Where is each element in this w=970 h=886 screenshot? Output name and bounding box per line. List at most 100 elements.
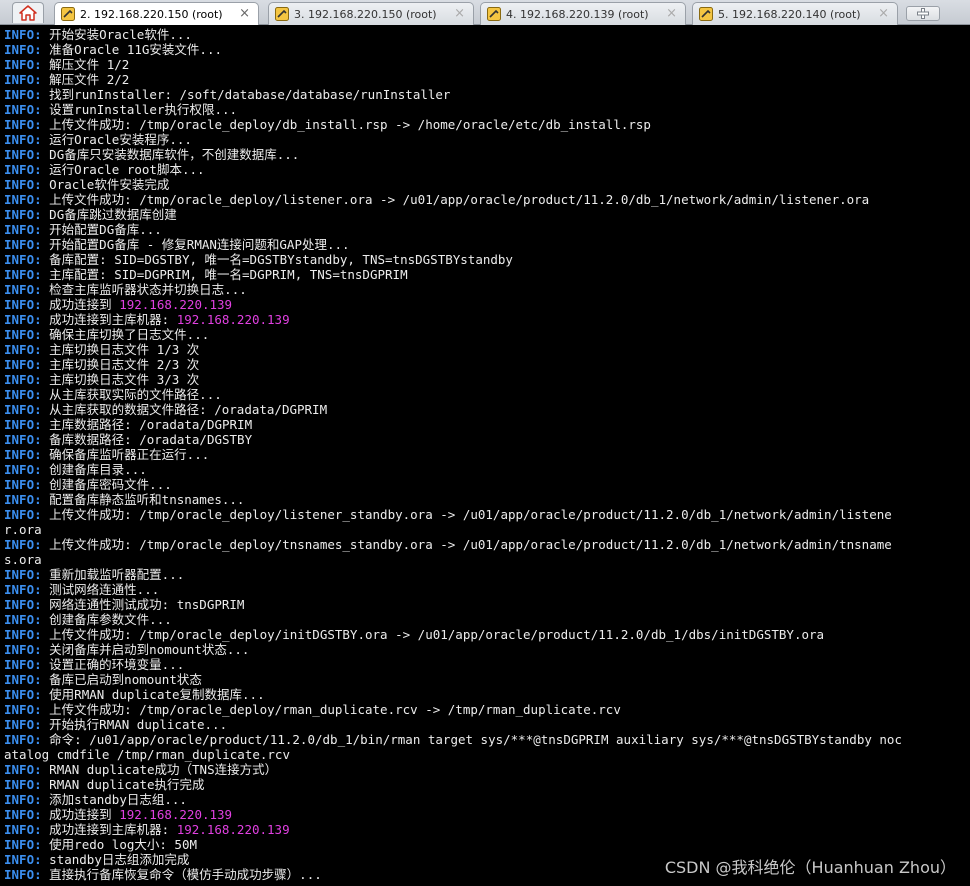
log-level-prefix: INFO:	[4, 267, 42, 282]
log-level-prefix: INFO:	[4, 327, 42, 342]
log-level-prefix: INFO:	[4, 342, 42, 357]
log-level-prefix: INFO:	[4, 132, 42, 147]
log-level-prefix: INFO:	[4, 687, 42, 702]
log-message: RMAN duplicate成功（TNS连接方式）	[41, 762, 278, 777]
log-message: DG备库跳过数据库创建	[41, 207, 177, 222]
log-level-prefix: INFO:	[4, 447, 42, 462]
terminal-line: INFO: 设置runInstaller执行权限...	[4, 102, 970, 117]
log-message: 主库切换日志文件 2/3 次	[41, 357, 200, 372]
log-message: standby日志组添加完成	[41, 852, 190, 867]
tab-session-3[interactable]: 3. 192.168.220.150 (root) ×	[268, 2, 474, 25]
terminal-line: INFO: 成功连接到主库机器: 192.168.220.139	[4, 822, 970, 837]
terminal-output[interactable]: INFO: 开始安装Oracle软件... INFO: 准备Oracle 11G安…	[4, 27, 970, 886]
log-message: 成功连接到主库机器:	[41, 822, 177, 837]
log-message: 上传文件成功: /tmp/oracle_deploy/listener.ora …	[41, 192, 870, 207]
terminal-line: INFO: 备库配置: SID=DGSTBY, 唯一名=DGSTBYstandb…	[4, 252, 970, 267]
ip-address: 192.168.220.139	[119, 297, 233, 312]
log-message: 开始安装Oracle软件...	[41, 27, 192, 42]
new-tab-button[interactable]	[906, 6, 940, 21]
tab-bar: 2. 192.168.220.150 (root) × 3. 192.168.2…	[0, 0, 970, 25]
terminal-line: s.ora	[4, 552, 970, 567]
log-message: 主库配置: SID=DGPRIM, 唯一名=DGPRIM, TNS=tnsDGP…	[41, 267, 408, 282]
terminal-line: INFO: 测试网络连通性...	[4, 582, 970, 597]
terminal-session-icon	[487, 7, 501, 21]
tab-session-5[interactable]: 5. 192.168.220.140 (root) ×	[692, 2, 898, 25]
log-message: 创建备库目录...	[41, 462, 147, 477]
log-level-prefix: INFO:	[4, 597, 42, 612]
log-message: 成功连接到	[41, 807, 120, 822]
terminal-line: INFO: 创建备库参数文件...	[4, 612, 970, 627]
log-message: 从主库获取的数据文件路径: /oradata/DGPRIM	[41, 402, 328, 417]
terminal-line: INFO: DG备库跳过数据库创建	[4, 207, 970, 222]
terminal-line: INFO: 解压文件 1/2	[4, 57, 970, 72]
log-level-prefix: INFO:	[4, 822, 42, 837]
terminal-line: INFO: 重新加载监听器配置...	[4, 567, 970, 582]
log-level-prefix: INFO:	[4, 792, 42, 807]
log-level-prefix: INFO:	[4, 117, 42, 132]
log-level-prefix: INFO:	[4, 432, 42, 447]
log-message: 网络连通性测试成功: tnsDGPRIM	[41, 597, 245, 612]
log-level-prefix: INFO:	[4, 567, 42, 582]
terminal-line: INFO: 成功连接到主库机器: 192.168.220.139	[4, 312, 970, 327]
terminal-line: INFO: 上传文件成功: /tmp/oracle_deploy/listene…	[4, 192, 970, 207]
terminal-line: INFO: 解压文件 2/2	[4, 72, 970, 87]
line-continuation: s.ora	[4, 552, 42, 567]
log-level-prefix: INFO:	[4, 72, 42, 87]
log-level-prefix: INFO:	[4, 462, 42, 477]
terminal-line: INFO: 主库配置: SID=DGPRIM, 唯一名=DGPRIM, TNS=…	[4, 267, 970, 282]
log-level-prefix: INFO:	[4, 582, 42, 597]
terminal-line: INFO: 上传文件成功: /tmp/oracle_deploy/tnsname…	[4, 537, 970, 552]
log-level-prefix: INFO:	[4, 372, 42, 387]
log-message: 设置runInstaller执行权限...	[41, 102, 238, 117]
terminal-line: INFO: 成功连接到 192.168.220.139	[4, 807, 970, 822]
log-message: 开始配置DG备库...	[41, 222, 162, 237]
log-level-prefix: INFO:	[4, 87, 42, 102]
log-message: 运行Oracle root脚本...	[41, 162, 205, 177]
tab-label: 5. 192.168.220.140 (root)	[718, 7, 861, 21]
terminal-line: INFO: 关闭备库并启动到nomount状态...	[4, 642, 970, 657]
terminal-line: INFO: 开始安装Oracle软件...	[4, 27, 970, 42]
log-message: 关闭备库并启动到nomount状态...	[41, 642, 250, 657]
log-level-prefix: INFO:	[4, 312, 42, 327]
log-level-prefix: INFO:	[4, 207, 42, 222]
tab-session-4[interactable]: 4. 192.168.220.139 (root) ×	[480, 2, 686, 25]
log-message: 重新加载监听器配置...	[41, 567, 185, 582]
log-message: 开始执行RMAN duplicate...	[41, 717, 228, 732]
line-continuation: atalog cmdfile /tmp/rman_duplicate.rcv	[4, 747, 290, 762]
terminal-line: INFO: 确保备库监听器正在运行...	[4, 447, 970, 462]
terminal-session-icon	[275, 7, 289, 21]
terminal-line: INFO: 从主库获取的数据文件路径: /oradata/DGPRIM	[4, 402, 970, 417]
log-level-prefix: INFO:	[4, 492, 42, 507]
tab-session-2[interactable]: 2. 192.168.220.150 (root) ×	[54, 2, 259, 25]
home-button[interactable]	[12, 2, 44, 23]
terminal-line: INFO: 找到runInstaller: /soft/database/dat…	[4, 87, 970, 102]
log-level-prefix: INFO:	[4, 657, 42, 672]
log-message: 上传文件成功: /tmp/oracle_deploy/listener_stan…	[41, 507, 892, 522]
terminal-line: INFO: 运行Oracle root脚本...	[4, 162, 970, 177]
close-tab-icon[interactable]: ×	[666, 6, 677, 21]
log-level-prefix: INFO:	[4, 177, 42, 192]
terminal-line: INFO: 运行Oracle安装程序...	[4, 132, 970, 147]
log-message: 测试网络连通性...	[41, 582, 160, 597]
close-tab-icon[interactable]: ×	[239, 6, 250, 21]
log-level-prefix: INFO:	[4, 477, 42, 492]
terminal-line: INFO: 成功连接到 192.168.220.139	[4, 297, 970, 312]
log-message: 上传文件成功: /tmp/oracle_deploy/initDGSTBY.or…	[41, 627, 825, 642]
terminal-line: atalog cmdfile /tmp/rman_duplicate.rcv	[4, 747, 970, 762]
log-level-prefix: INFO:	[4, 102, 42, 117]
log-message: 找到runInstaller: /soft/database/database/…	[41, 87, 451, 102]
terminal-line: INFO: 备库已启动到nomount状态	[4, 672, 970, 687]
terminal-line: INFO: 上传文件成功: /tmp/oracle_deploy/listene…	[4, 507, 970, 522]
log-level-prefix: INFO:	[4, 837, 42, 852]
log-level-prefix: INFO:	[4, 867, 42, 882]
log-level-prefix: INFO:	[4, 807, 42, 822]
close-tab-icon[interactable]: ×	[878, 6, 889, 21]
log-level-prefix: INFO:	[4, 222, 42, 237]
terminal-line: INFO: 准备Oracle 11G安装文件...	[4, 42, 970, 57]
log-message: 上传文件成功: /tmp/oracle_deploy/db_install.rs…	[41, 117, 651, 132]
log-level-prefix: INFO:	[4, 237, 42, 252]
close-tab-icon[interactable]: ×	[454, 6, 465, 21]
log-level-prefix: INFO:	[4, 42, 42, 57]
log-message: 检查主库监听器状态并切换日志...	[41, 282, 247, 297]
log-message: 从主库获取实际的文件路径...	[41, 387, 222, 402]
